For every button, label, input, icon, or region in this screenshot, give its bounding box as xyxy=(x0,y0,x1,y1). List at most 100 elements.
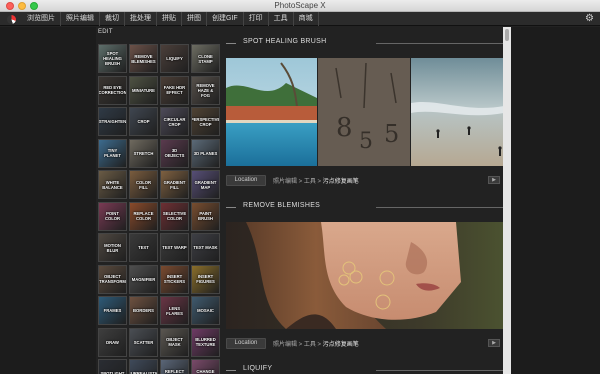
play-video-button[interactable]: ▶ xyxy=(488,339,500,347)
tool-tile-reflect-image[interactable]: REFLECT IMAGE xyxy=(160,359,189,374)
tool-tile-label: PAINT BRUSH xyxy=(198,211,213,221)
tool-tile-point-color[interactable]: POINT COLOR xyxy=(98,201,127,231)
tool-tile-label: OBJECT TRANSFORM xyxy=(99,274,126,284)
menu-photo-edit[interactable]: 照片编辑 xyxy=(61,12,100,26)
tool-tile-label: CLONE STAMP xyxy=(198,53,213,64)
tool-tile-remove-blemishes[interactable]: REMOVE BLEMISHES xyxy=(129,44,158,73)
menu-browse-photos[interactable]: 浏览图片 xyxy=(22,12,61,26)
tool-tile-fake-hdr-effect[interactable]: FAKE HDR EFFECT xyxy=(160,75,189,105)
tool-tile-label: MINIATURE xyxy=(132,87,155,93)
tool-tile-label: BLURRED TEXTURE xyxy=(195,337,216,347)
location-row-spot-healing: Location 照片编辑 > 工具 > 污点修复画笔 ▶ xyxy=(226,175,504,187)
location-path-name: 污点修复画笔 xyxy=(322,179,359,185)
tool-tile-gradient-map[interactable]: GRADIENT MAP xyxy=(191,170,220,199)
tool-tile-draw[interactable]: DRAW xyxy=(98,327,127,357)
tool-tile-tiny-planet[interactable]: TINY PLANET xyxy=(98,138,127,168)
tool-tile-label: MOTION BLUR xyxy=(104,242,121,253)
svg-text:8: 8 xyxy=(336,113,353,143)
menu-crop[interactable]: 裁切 xyxy=(100,12,125,26)
tool-tile-selective-color[interactable]: SELECTIVE COLOR xyxy=(160,201,189,231)
tool-tile-remove-haze-fog[interactable]: REMOVE HAZE & FOG xyxy=(191,75,220,105)
left-empty-area xyxy=(0,27,96,374)
tool-tile-magnifier[interactable]: MAGNIFIER xyxy=(129,264,158,294)
tool-tile-label: RED EYE CORRECTION xyxy=(98,85,127,95)
tool-tile-label: INSERT FIGURES xyxy=(196,274,215,284)
svg-text:5: 5 xyxy=(359,129,373,154)
tool-tile-label: REMOVE HAZE & FOG xyxy=(196,82,215,98)
tool-tile-frames[interactable]: FRAMES xyxy=(98,296,127,325)
menu-tools[interactable]: 工具 xyxy=(269,12,294,26)
section-divider xyxy=(376,370,504,371)
tool-tile-color-fill[interactable]: COLOR FILL xyxy=(129,170,158,199)
play-video-button[interactable]: ▶ xyxy=(488,176,500,184)
menu-store[interactable]: 商城 xyxy=(294,12,319,26)
tool-tile-label: POINT COLOR xyxy=(104,211,121,221)
tool-tile-3d-objects[interactable]: 3D OBJECTS xyxy=(160,138,189,168)
tool-tile-perspective-crop[interactable]: PERSPECTIVE CROP xyxy=(191,107,220,136)
menu-combine[interactable]: 拼图 xyxy=(182,12,207,26)
tool-tile-mosaic[interactable]: MOSAIC xyxy=(191,296,220,325)
tool-tile-label: CROP xyxy=(137,119,150,124)
tool-tile-replace-color[interactable]: REPLACE COLOR xyxy=(129,201,158,231)
location-button[interactable]: Location xyxy=(226,338,266,349)
tool-tile-object-transform[interactable]: OBJECT TRANSFORM xyxy=(98,264,127,294)
edit-panel-title: EDIT xyxy=(98,29,113,35)
tool-tile-surrealistic[interactable]: SURREALISTIC xyxy=(129,359,158,374)
section-dash xyxy=(226,43,236,44)
settings-gear-icon[interactable]: ⚙ xyxy=(585,13,594,25)
menu-print[interactable]: 打印 xyxy=(244,12,269,26)
scrollbar-thumb[interactable] xyxy=(505,29,509,41)
tool-tile-stretch[interactable]: STRETCH xyxy=(129,138,158,168)
tool-tile-circular-crop[interactable]: CIRCULAR CROP xyxy=(160,107,189,136)
tool-tile-white-balance[interactable]: WHITE BALANCE xyxy=(98,170,127,199)
tool-tile-spotlight[interactable]: SPOTLIGHT xyxy=(98,359,127,374)
location-row-remove-blemishes: Location 照片编辑 > 工具 > 污点修复画笔 ▶ xyxy=(226,338,504,350)
svg-text:5: 5 xyxy=(384,120,399,148)
location-path: 照片编辑 > 工具 > 污点修复画笔 xyxy=(273,176,359,185)
tool-tile-label: MAGNIFIER xyxy=(131,276,156,282)
tool-tile-spot-healing-brush[interactable]: SPOT HEALING BRUSH xyxy=(98,44,127,73)
tool-tile-label: FRAMES xyxy=(103,308,122,313)
tool-tile-red-eye-correction[interactable]: RED EYE CORRECTION xyxy=(98,75,127,105)
section-title: SPOT HEALING BRUSH xyxy=(243,38,327,45)
tool-tile-label: SPOT HEALING BRUSH xyxy=(103,51,122,66)
tool-tile-straighten[interactable]: STRAIGHTEN xyxy=(98,107,127,136)
tool-tile-insert-figures[interactable]: INSERT FIGURES xyxy=(191,264,220,294)
tool-tile-label: TEXT WARP xyxy=(162,245,187,250)
tool-tile-label: TEXT MASK xyxy=(193,245,218,250)
vertical-scrollbar[interactable] xyxy=(503,27,511,374)
tool-tile-insert-stickers[interactable]: INSERT STICKERS xyxy=(160,264,189,294)
location-path-prefix: 照片编辑 > 工具 > xyxy=(273,342,322,348)
location-path-prefix: 照片编辑 > 工具 > xyxy=(273,179,322,185)
tool-tile-label: OBJECT MASK xyxy=(166,337,183,347)
app-logo-icon[interactable] xyxy=(7,15,16,24)
tool-tile-clone-stamp[interactable]: CLONE STAMP xyxy=(191,44,220,73)
location-button[interactable]: Location xyxy=(226,175,266,186)
menu-collage[interactable]: 拼贴 xyxy=(157,12,182,26)
tool-tile-lens-flares[interactable]: LENS FLARES xyxy=(160,296,189,325)
tool-tile-text-warp[interactable]: TEXT WARP xyxy=(160,233,189,262)
menu-batch[interactable]: 批处理 xyxy=(125,12,157,26)
tool-tile-crop[interactable]: CROP xyxy=(129,107,158,136)
tool-tile-blurred-texture[interactable]: BLURRED TEXTURE xyxy=(191,327,220,357)
section-title: LIQUIFY xyxy=(243,365,273,372)
tool-tile-object-mask[interactable]: OBJECT MASK xyxy=(160,327,189,357)
location-path: 照片编辑 > 工具 > 污点修复画笔 xyxy=(273,339,359,348)
tool-tile-paint-brush[interactable]: PAINT BRUSH xyxy=(191,201,220,231)
tool-tile-scatter[interactable]: SCATTER xyxy=(129,327,158,357)
tool-tile-liquify[interactable]: LIQUIFY xyxy=(160,44,189,73)
section-dash xyxy=(226,207,236,208)
tool-tile-change-background[interactable]: CHANGE BACKGROUND xyxy=(191,359,220,374)
tool-tile-label: REFLECT IMAGE xyxy=(164,368,185,374)
tool-tile-motion-blur[interactable]: MOTION BLUR xyxy=(98,233,127,262)
tool-tile-borders[interactable]: BORDERS xyxy=(129,296,158,325)
tool-tile-label: MOSAIC xyxy=(197,308,214,313)
tool-tile-text-mask[interactable]: TEXT MASK xyxy=(191,233,220,262)
menu-create-gif[interactable]: 创建GIF xyxy=(207,12,244,26)
tool-tile-text[interactable]: TEXT xyxy=(129,233,158,262)
section-divider xyxy=(376,43,504,44)
tool-tile-miniature[interactable]: MINIATURE xyxy=(129,75,158,105)
tool-tile-label: REMOVE BLEMISHES xyxy=(131,53,156,64)
tool-tile-3d-planes[interactable]: 3D PLANES xyxy=(191,138,220,168)
tool-tile-gradient-fill[interactable]: GRADIENT FILL xyxy=(160,170,189,199)
